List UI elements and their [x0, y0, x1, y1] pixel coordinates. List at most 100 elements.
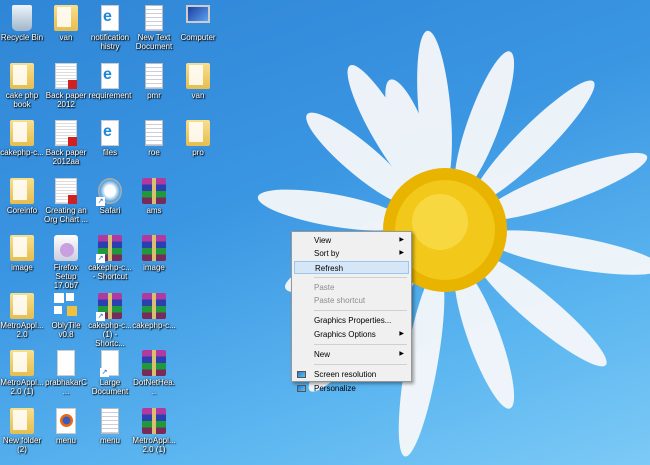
- desktop-icon-label: pro: [192, 148, 204, 157]
- desktop-icon-label: notification histry: [90, 33, 130, 51]
- desktop-context-menu: View ▶ Sort by ▶ Refresh Paste Paste shortcut G…: [291, 231, 412, 393]
- desktop-icon-label: cakephp-c...: [132, 320, 176, 330]
- desktop-icon[interactable]: image: [132, 230, 176, 272]
- pdf-icon: [55, 177, 77, 204]
- desktop-icon[interactable]: Coreinfo: [0, 173, 44, 215]
- desktop-icon-label: Back paper 2012: [45, 90, 87, 109]
- pdf-icon: [55, 62, 77, 89]
- desktop-icon[interactable]: Large Document: [88, 345, 132, 396]
- ie-icon: [101, 62, 119, 89]
- desktop-icon[interactable]: pmr: [132, 58, 176, 100]
- desktop-icon[interactable]: files: [88, 115, 132, 157]
- rar-icon: [142, 407, 166, 434]
- desktop-icon-label: Safari: [99, 205, 121, 215]
- desktop-icon[interactable]: MetroAppl... 2.0: [0, 288, 44, 339]
- desktop-icon-label: cakephp-c... (1) - Shortc...: [88, 320, 132, 348]
- desktop-icon[interactable]: van: [44, 0, 88, 42]
- desktop-icon[interactable]: Firefox Setup 17.0b7: [44, 230, 88, 290]
- menu-separator: [314, 276, 407, 278]
- desktop-icon[interactable]: cakephp-c... - Shortcut: [88, 230, 132, 281]
- desktop-icon-label: MetroAppl... 2.0 (1): [0, 378, 44, 396]
- menu-item-screen-resolution[interactable]: Screen resolution: [294, 368, 409, 381]
- menu-item-label: Refresh: [315, 263, 344, 273]
- menu-item-label: Graphics Properties...: [314, 316, 392, 326]
- computer-icon: [186, 5, 210, 23]
- menu-separator: [314, 364, 407, 366]
- desktop-icon[interactable]: Back paper 2012aa: [44, 115, 88, 166]
- menu-item-graphics-properties[interactable]: Graphics Properties...: [294, 314, 409, 327]
- menu-separator: [314, 310, 407, 312]
- desktop-icon[interactable]: Creating an Org Chart ...: [44, 173, 88, 224]
- desktop-icon[interactable]: menu: [88, 403, 132, 445]
- rar-icon: [96, 235, 122, 263]
- desktop-icon-label: image: [143, 263, 165, 272]
- desktop-icon-label: Creating an Org Chart ...: [44, 205, 89, 224]
- menu-item-label: New: [314, 350, 331, 360]
- obly-icon: [54, 292, 78, 319]
- desktop-icon[interactable]: menu: [44, 403, 88, 445]
- desktop-icon[interactable]: cake php book: [0, 58, 44, 109]
- desktop-icon-label: Firefox Setup 17.0b7: [53, 263, 79, 290]
- desktop-icon[interactable]: image: [0, 230, 44, 272]
- desktop-icon[interactable]: Safari: [88, 173, 132, 215]
- rar-icon: [142, 292, 166, 319]
- desktop-icon-label: ams: [146, 205, 162, 215]
- desktop-icon-label: prabhakarC...: [45, 378, 87, 396]
- ie-icon: [101, 120, 119, 146]
- submenu-arrow-icon: ▶: [399, 351, 404, 358]
- desktop-icon-label: cake php book: [5, 90, 39, 109]
- desktop-icon-label: files: [102, 148, 118, 157]
- desktop-icon[interactable]: Computer: [176, 0, 220, 42]
- desktop-icon-label: MetroAppl... 2.0: [0, 320, 44, 339]
- desktop-icon-label: van: [59, 33, 73, 42]
- folder-icon: [186, 120, 210, 146]
- desktop-icon[interactable]: van: [176, 58, 220, 100]
- desktop-icon[interactable]: DotNetHea...: [132, 345, 176, 396]
- menu-item-paste-shortcut: Paste shortcut: [294, 294, 409, 307]
- desktop-icon[interactable]: prabhakarC...: [44, 345, 88, 396]
- firefox-icon: [56, 407, 76, 434]
- desktop-icon-label: MetroAppl... 2.0 (1): [132, 435, 176, 454]
- desktop-icon[interactable]: New Text Document: [132, 0, 176, 51]
- desktop-icon-label: OblyTile v0.8: [51, 320, 81, 339]
- desktop-icon[interactable]: notification histry: [88, 0, 132, 51]
- rar-icon: [142, 350, 166, 376]
- screen-resolution-icon: [297, 371, 306, 379]
- menu-item-sort-by[interactable]: Sort by ▶: [294, 247, 409, 260]
- desktop-icon-label: image: [11, 263, 33, 272]
- desktop-icon[interactable]: Back paper 2012: [44, 58, 88, 109]
- rar-icon: [96, 292, 122, 321]
- folder-icon: [10, 292, 34, 319]
- doc-icon: [145, 62, 163, 89]
- desktop-icon[interactable]: pro: [176, 115, 220, 157]
- desktop-icon[interactable]: cakephp-c...: [132, 288, 176, 330]
- menu-item-view[interactable]: View ▶: [294, 234, 409, 247]
- desktop-icon[interactable]: cakephp-c... (1) - Shortc...: [88, 288, 132, 348]
- menu-item-refresh[interactable]: Refresh: [294, 260, 409, 274]
- desktop-icon[interactable]: MetroAppl... 2.0 (1): [132, 403, 176, 454]
- menu-item-new[interactable]: New ▶: [294, 348, 409, 361]
- desktop-icon-label: Recycle Bin: [0, 33, 44, 42]
- desktop-icon[interactable]: requirement: [88, 58, 132, 100]
- desktop-icon[interactable]: OblyTile v0.8: [44, 288, 88, 339]
- desktop-icon-label: Computer: [180, 33, 216, 42]
- folder-icon: [10, 407, 34, 434]
- folder-icon: [10, 177, 34, 204]
- menu-item-graphics-options[interactable]: Graphics Options ▶: [294, 328, 409, 341]
- folder-icon: [10, 350, 34, 376]
- desktop-icon[interactable]: roe: [132, 115, 176, 157]
- pdf-icon: [55, 120, 77, 146]
- safari-icon: [96, 177, 122, 206]
- desktop-icon[interactable]: cakephp-c...: [0, 115, 44, 157]
- desktop-icon-label: menu: [99, 435, 120, 445]
- desktop-icon[interactable]: ams: [132, 173, 176, 215]
- menu-item-label: Paste: [314, 282, 335, 292]
- desktop-icon-label: DotNetHea...: [133, 378, 175, 396]
- desktop-icon[interactable]: MetroAppl... 2.0 (1): [0, 345, 44, 396]
- menu-item-personalize[interactable]: Personalize: [294, 382, 409, 395]
- desktop-icon[interactable]: Recycle Bin: [0, 0, 44, 42]
- desktop-icon-label: Back paper 2012aa: [45, 148, 87, 166]
- desktop-icon[interactable]: New folder (2): [0, 403, 44, 454]
- desktop-icon-label: New folder (2): [2, 435, 42, 454]
- folder-icon: [10, 120, 34, 146]
